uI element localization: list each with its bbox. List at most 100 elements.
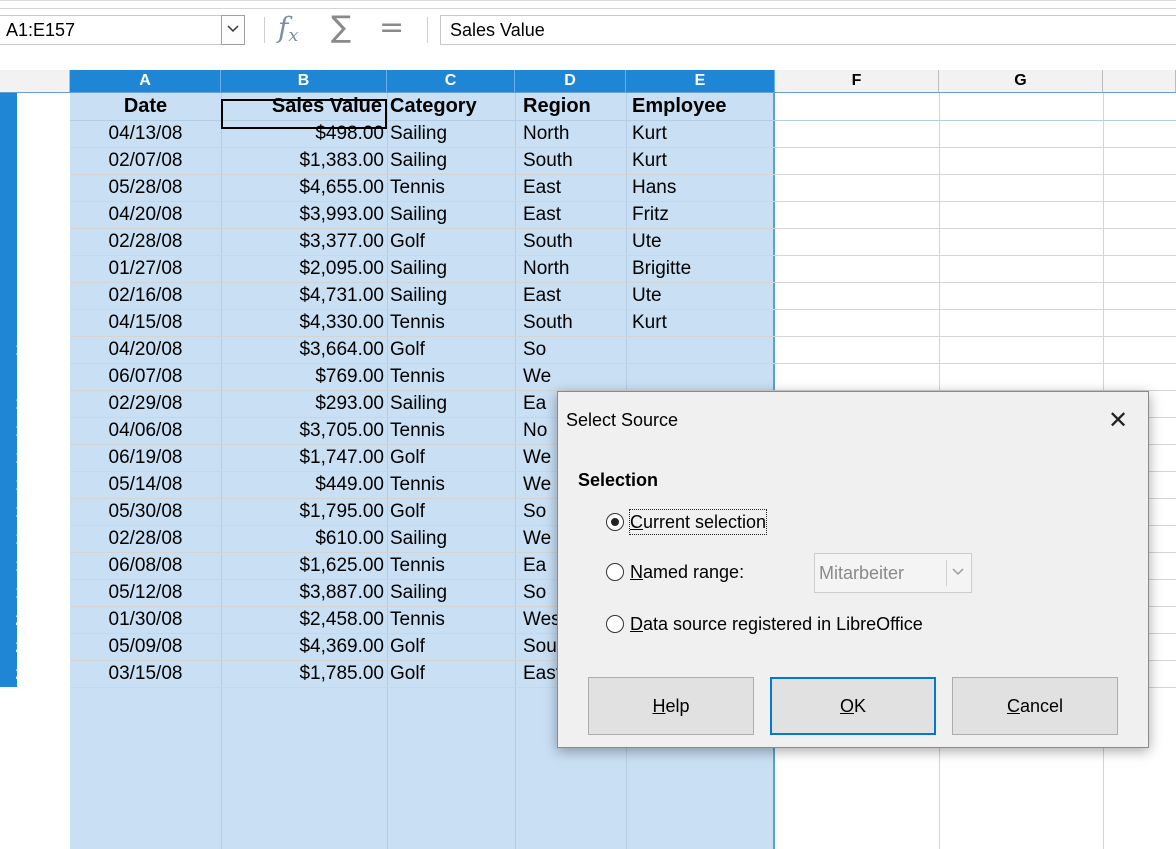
cell-region[interactable]: South [523,147,626,174]
cell-sales[interactable]: $1,383.00 [221,147,384,174]
help-button[interactable]: Help [588,677,754,735]
cell-employee[interactable]: Kurt [632,120,772,147]
row-header[interactable]: 19 [0,579,70,606]
cell-category[interactable]: Tennis [390,363,515,390]
row-header[interactable]: 20 [0,606,70,633]
cell-employee[interactable] [632,336,772,363]
cell-region[interactable]: North [523,120,626,147]
cell-employee[interactable]: Brigitte [632,255,772,282]
column-header-c[interactable]: C [387,70,515,92]
row-header[interactable]: 16 [0,498,70,525]
cell-date[interactable]: Date [70,93,221,120]
column-header-g[interactable]: G [939,70,1103,92]
cell-sales[interactable]: $4,731.00 [221,282,384,309]
column-header-a[interactable]: A [70,70,221,92]
cell-category[interactable]: Tennis [390,606,515,633]
row-header[interactable]: 17 [0,525,70,552]
row-header[interactable]: 4 [0,174,70,201]
cell-sales[interactable]: $1,747.00 [221,444,384,471]
cell-region[interactable]: We [523,363,626,390]
cell-date[interactable]: 05/28/08 [70,174,221,201]
row-header[interactable]: 9 [0,309,70,336]
cell-sales[interactable]: $4,655.00 [221,174,384,201]
cell-category[interactable]: Golf [390,498,515,525]
row-header[interactable]: 5 [0,201,70,228]
cell-sales[interactable]: $1,785.00 [221,660,384,687]
cell-sales[interactable]: $3,705.00 [221,417,384,444]
cell-sales[interactable]: $2,458.00 [221,606,384,633]
cell-employee[interactable]: Kurt [632,147,772,174]
cell-category[interactable]: Sailing [390,147,515,174]
radio-button[interactable] [606,563,624,581]
name-box-dropdown-button[interactable] [221,15,245,45]
radio-button[interactable] [606,615,624,633]
equals-icon[interactable]: = [379,13,404,43]
row-header[interactable]: 11 [0,363,70,390]
cell-category[interactable]: Sailing [390,201,515,228]
cell-sales[interactable]: $449.00 [221,471,384,498]
cell-category[interactable]: Tennis [390,552,515,579]
cell-employee[interactable]: Hans [632,174,772,201]
cell-sales[interactable]: $610.00 [221,525,384,552]
cell-category[interactable]: Golf [390,336,515,363]
cell-date[interactable]: 01/27/08 [70,255,221,282]
cell-region[interactable]: Region [523,93,626,120]
cell-category[interactable]: Category [390,93,515,120]
row-header[interactable]: 13 [0,417,70,444]
cell-date[interactable]: 06/07/08 [70,363,221,390]
cell-category[interactable]: Golf [390,633,515,660]
cell-category[interactable]: Golf [390,228,515,255]
cell-date[interactable]: 02/28/08 [70,228,221,255]
cell-date[interactable]: 04/06/08 [70,417,221,444]
cell-category[interactable]: Sailing [390,282,515,309]
cell-date[interactable]: 02/28/08 [70,525,221,552]
row-header[interactable]: 15 [0,471,70,498]
cell-employee[interactable] [632,363,772,390]
cell-date[interactable]: 04/13/08 [70,120,221,147]
cell-category[interactable]: Sailing [390,120,515,147]
cell-date[interactable]: 03/15/08 [70,660,221,687]
cell-category[interactable]: Golf [390,444,515,471]
cell-sales[interactable]: $2,095.00 [221,255,384,282]
cell-sales[interactable]: $3,887.00 [221,579,384,606]
named-range-dropdown-button[interactable] [946,560,969,586]
cell-category[interactable]: Tennis [390,174,515,201]
cell-date[interactable]: 02/29/08 [70,390,221,417]
sigma-icon[interactable]: ∑ [331,13,351,43]
select-all-corner[interactable] [0,70,70,92]
column-header-f[interactable]: F [775,70,939,92]
cell-category[interactable]: Golf [390,660,515,687]
cell-region[interactable]: East [523,282,626,309]
cell-date[interactable]: 04/20/08 [70,201,221,228]
cell-category[interactable]: Sailing [390,255,515,282]
cell-employee[interactable]: Ute [632,228,772,255]
row-header[interactable]: 10 [0,336,70,363]
cell-category[interactable]: Sailing [390,390,515,417]
cancel-button[interactable]: Cancel [952,677,1118,735]
cell-sales[interactable]: $3,664.00 [221,336,384,363]
formula-input[interactable]: Sales Value [440,15,1176,45]
row-header[interactable]: 8 [0,282,70,309]
cell-sales[interactable]: $3,993.00 [221,201,384,228]
cell-date[interactable]: 01/30/08 [70,606,221,633]
radio-button-checked[interactable] [606,513,624,531]
column-header-e[interactable]: E [626,70,775,92]
cell-sales[interactable]: $1,625.00 [221,552,384,579]
row-header[interactable]: 7 [0,255,70,282]
cell-employee[interactable]: Ute [632,282,772,309]
row-header[interactable]: 22 [0,660,70,687]
cell-region[interactable]: So [523,336,626,363]
row-header[interactable]: 12 [0,390,70,417]
ok-button[interactable]: OK [770,677,936,735]
row-header[interactable]: 2 [0,120,70,147]
cell-sales[interactable]: $4,330.00 [221,309,384,336]
cell-employee[interactable]: Kurt [632,309,772,336]
cell-employee[interactable]: Fritz [632,201,772,228]
cell-sales[interactable]: $1,795.00 [221,498,384,525]
cell-category[interactable]: Tennis [390,309,515,336]
cell-date[interactable]: 05/12/08 [70,579,221,606]
cell-date[interactable]: 04/20/08 [70,336,221,363]
name-box[interactable]: A1:E157 [0,15,222,45]
cell-category[interactable]: Tennis [390,471,515,498]
cell-category[interactable]: Sailing [390,579,515,606]
